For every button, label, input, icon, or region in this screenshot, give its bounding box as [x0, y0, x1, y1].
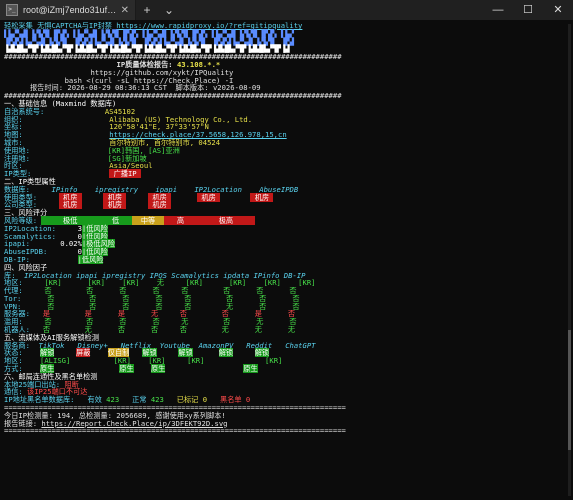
terminal-tab[interactable]: >_ root@iZmj7endo31ufts29cmz ✕ [0, 0, 136, 20]
tab-close-icon[interactable]: ✕ [121, 5, 129, 16]
port25-row: 本地25端口出站: 阻断 [4, 379, 79, 389]
ip-type-row: IP类型: 广播IP [4, 169, 141, 179]
risk-dbip: DB-IP: |低风险 [4, 254, 104, 264]
terminal-icon: >_ [6, 4, 18, 16]
scrollbar-thumb[interactable] [568, 330, 571, 450]
ip-type-badge: 广播IP [109, 169, 141, 179]
tab-title: root@iZmj7endo31ufts29cmz [23, 5, 117, 15]
tab-dropdown-icon[interactable]: ⌄ [158, 3, 180, 17]
minimize-button[interactable]: — [483, 0, 513, 20]
new-tab-button[interactable]: + [136, 3, 158, 17]
section-mail: 六、邮局连通性及黑名单检测 [4, 371, 98, 381]
title-bar: >_ root@iZmj7endo31ufts29cmz ✕ + ⌄ — ☐ ✕ [0, 0, 573, 20]
company-type-row: 公司类型: 机房 机房 机房 [4, 200, 172, 210]
maximize-button[interactable]: ☐ [513, 0, 543, 20]
close-window-button[interactable]: ✕ [543, 0, 573, 20]
separator: ========================================… [4, 426, 346, 436]
terminal-output[interactable]: 轻松采集 无惧CAPTCHA与IP封禁 https://www.rapidpro… [4, 22, 566, 498]
